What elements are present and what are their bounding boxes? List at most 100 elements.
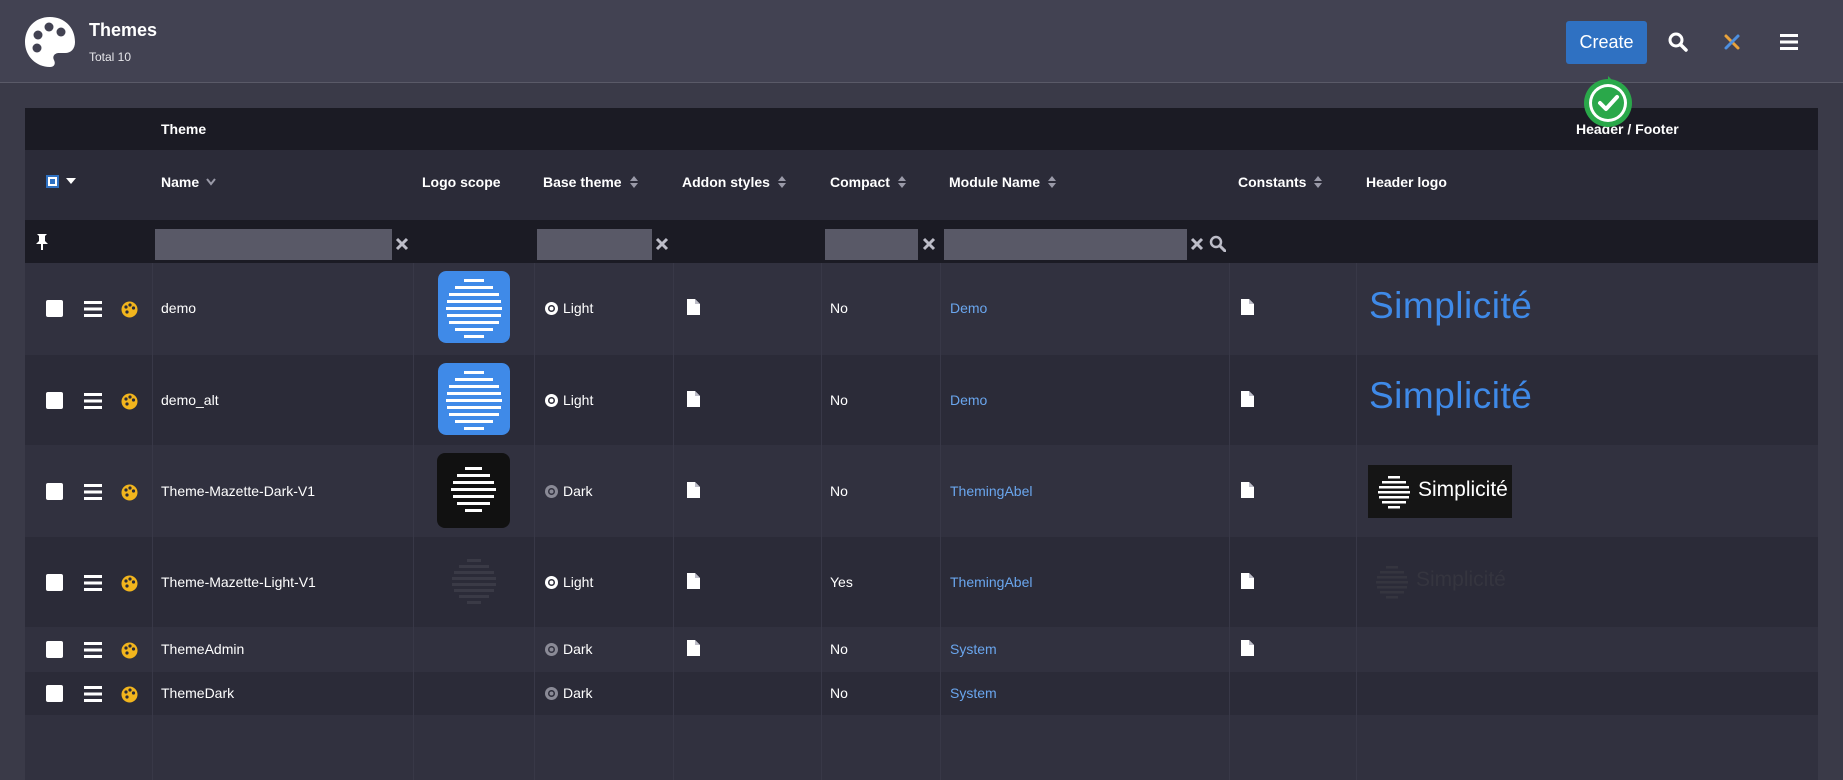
col-addon-styles-label: Addon styles [682, 174, 770, 190]
document-icon[interactable] [1240, 298, 1255, 316]
theme-palette-icon [121, 301, 138, 318]
header-logo-text: Simplicité [1369, 375, 1533, 416]
col-addon-styles[interactable]: Addon styles [682, 174, 787, 190]
row-module-link[interactable]: Demo [950, 300, 987, 316]
col-base-theme[interactable]: Base theme [543, 174, 639, 190]
sort-icon [1048, 176, 1057, 188]
row-compact: No [830, 685, 848, 701]
clear-base-theme-filter-icon[interactable] [654, 236, 670, 252]
document-icon[interactable] [1240, 390, 1255, 408]
document-icon[interactable] [686, 481, 701, 499]
document-icon[interactable] [686, 298, 701, 316]
row-compact: No [830, 641, 848, 657]
row-name: demo_alt [161, 392, 219, 408]
pin-icon[interactable] [34, 233, 50, 251]
page-title: Themes [89, 20, 158, 40]
select-all-checkbox[interactable] [46, 175, 59, 188]
table-row[interactable] [25, 715, 1818, 780]
row-menu-icon[interactable] [84, 575, 102, 591]
table-row[interactable]: Theme-Mazette-Light-V1 Light Yes Theming… [25, 537, 1818, 627]
clear-name-filter-icon[interactable] [394, 236, 410, 252]
col-logo-scope: Logo scope [422, 174, 501, 190]
header-logo-dark: Simplicité [1368, 465, 1512, 518]
table-row[interactable]: Theme-Mazette-Dark-V1 Dark No ThemingAbe… [25, 445, 1818, 537]
col-compact[interactable]: Compact [830, 174, 907, 190]
palette-icon [25, 17, 75, 67]
row-base-theme: Light [563, 574, 594, 590]
search-icon [1668, 32, 1688, 52]
col-module-name[interactable]: Module Name [949, 174, 1057, 190]
row-checkbox[interactable] [46, 392, 63, 409]
document-icon[interactable] [1240, 572, 1255, 590]
row-module-link[interactable]: System [950, 641, 997, 657]
table-row[interactable]: demo_alt Light No Demo Simplicité [25, 355, 1818, 445]
row-checkbox[interactable] [46, 574, 63, 591]
col-constants[interactable]: Constants [1238, 174, 1323, 190]
header-logo-faint: Simplicité [1371, 559, 1511, 603]
document-icon[interactable] [1240, 639, 1255, 657]
light-theme-icon [545, 394, 558, 407]
document-icon[interactable] [686, 639, 701, 657]
success-check-icon [1584, 76, 1632, 127]
total-count: Total 10 [89, 50, 132, 64]
base-theme-filter-input[interactable] [537, 229, 652, 260]
row-base-theme: Dark [563, 685, 593, 701]
document-icon[interactable] [1240, 481, 1255, 499]
search-icon[interactable] [1209, 235, 1226, 252]
col-name[interactable]: Name [161, 174, 216, 190]
compact-filter-input[interactable] [825, 229, 918, 260]
dark-theme-icon [545, 485, 558, 498]
tools-button[interactable] [1717, 27, 1747, 57]
row-name: ThemeDark [161, 685, 235, 701]
module-filter-input[interactable] [944, 229, 1187, 260]
theme-palette-icon [121, 393, 138, 410]
row-menu-icon[interactable] [84, 686, 102, 702]
col-constants-label: Constants [1238, 174, 1307, 190]
dark-theme-icon [545, 643, 558, 656]
row-compact: No [830, 300, 848, 316]
caret-down-icon[interactable] [66, 178, 76, 185]
row-menu-icon[interactable] [84, 301, 102, 317]
row-base-theme: Dark [563, 641, 593, 657]
header-logo-text: Simplicité [1369, 285, 1533, 326]
col-name-label: Name [161, 174, 200, 190]
row-checkbox[interactable] [46, 483, 63, 500]
search-button[interactable] [1663, 27, 1693, 57]
sort-icon [777, 176, 786, 188]
col-logo-scope-label: Logo scope [422, 174, 501, 190]
row-module-link[interactable]: ThemingAbel [950, 574, 1033, 590]
table-row[interactable]: ThemeAdmin Dark No System [25, 627, 1818, 672]
column-header-row [25, 150, 1818, 220]
logo-scope-image [438, 271, 510, 343]
row-compact: Yes [830, 574, 853, 590]
create-button[interactable]: Create [1566, 21, 1647, 64]
row-module-link[interactable]: System [950, 685, 997, 701]
row-menu-icon[interactable] [84, 484, 102, 500]
document-icon[interactable] [686, 390, 701, 408]
clear-module-filter-icon[interactable] [1189, 236, 1205, 252]
row-menu-icon[interactable] [84, 393, 102, 409]
sort-desc-icon [206, 178, 216, 186]
table-row[interactable]: ThemeDark Dark No System [25, 672, 1818, 715]
row-module-link[interactable]: ThemingAbel [950, 483, 1033, 499]
clear-compact-filter-icon[interactable] [921, 236, 937, 252]
col-header-logo: Header logo [1366, 174, 1447, 190]
theme-palette-icon [121, 575, 138, 592]
sort-icon [629, 176, 638, 188]
row-module-link[interactable]: Demo [950, 392, 987, 408]
main-menu-button[interactable] [1774, 27, 1804, 57]
row-name: demo [161, 300, 197, 316]
row-base-theme: Light [563, 300, 594, 316]
col-base-theme-label: Base theme [543, 174, 622, 190]
row-menu-icon[interactable] [84, 642, 102, 658]
table-row[interactable]: demo Light No Demo Simplicité [25, 263, 1818, 355]
document-icon[interactable] [686, 572, 701, 590]
name-filter-input[interactable] [155, 229, 392, 260]
row-name: ThemeAdmin [161, 641, 245, 657]
row-checkbox[interactable] [46, 641, 63, 658]
row-name: Theme-Mazette-Dark-V1 [161, 483, 316, 499]
group-header-row: Theme Header / Footer [25, 108, 1818, 150]
row-checkbox[interactable] [46, 685, 63, 702]
row-checkbox[interactable] [46, 300, 63, 317]
group-theme: Theme [161, 121, 207, 137]
